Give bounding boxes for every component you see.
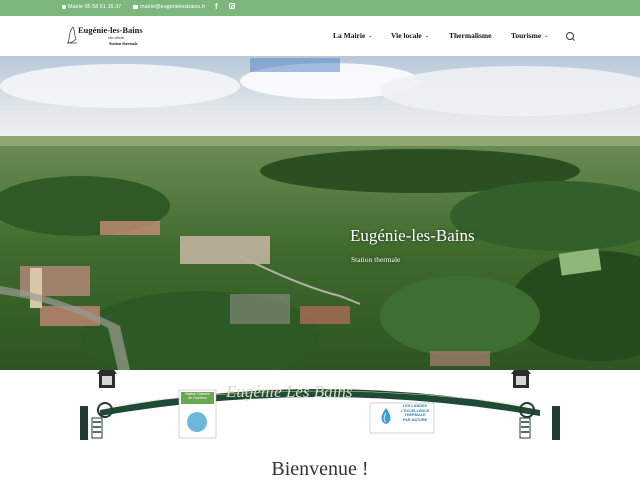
logo-figure-icon (67, 26, 77, 44)
nav-item-tourisme[interactable]: Tourisme ⌄ (511, 31, 548, 40)
nav-label: Tourisme (511, 31, 542, 40)
badge-right-line1: LES LANDES (402, 404, 428, 408)
site-header: Eugénie-les-Bains site officiel Station … (0, 16, 640, 56)
nav-item-vie-locale[interactable]: Vie locale ⌄ (391, 31, 429, 40)
badge-right-line4: PAR NATURE (402, 417, 428, 422)
sign-text: Eugénie Les Bains (226, 382, 353, 401)
logo-name: Eugénie-les-Bains (78, 25, 143, 35)
nav-label: Thermalisme (449, 31, 492, 40)
nav-item-thermalisme[interactable]: Thermalisme (449, 31, 492, 40)
sign-graphic (80, 370, 560, 440)
facebook-icon[interactable]: f (215, 2, 218, 11)
logo-subtitle-2: Station thermale (109, 41, 138, 46)
mail-icon (133, 5, 138, 9)
email-text: mairie@eugenielesbains.fr (140, 4, 206, 10)
phone-icon (62, 5, 66, 9)
instagram-icon[interactable] (229, 3, 235, 9)
hero-image: Eugénie-les-Bains Station thermale (0, 56, 640, 370)
nav-item-la-mairie[interactable]: La Mairie ⌄ (333, 31, 373, 40)
badge-right-line2: L'EXCELLENCE (400, 408, 430, 413)
logo-subtitle: site officiel (108, 36, 125, 40)
search-icon[interactable] (566, 32, 574, 40)
hero-title: Eugénie-les-Bains (350, 226, 475, 245)
chevron-down-icon: ⌄ (544, 33, 549, 39)
email-link[interactable]: mairie@eugenielesbains.fr (133, 4, 205, 10)
nav-label: Vie locale (391, 31, 422, 40)
hero-subtitle: Station thermale (351, 255, 401, 264)
badge-station-classee: Station Classée de Tourisme (181, 392, 214, 400)
entrance-sign-banner: Eugénie Les Bains Station Classée de Tou… (0, 370, 640, 440)
site-logo[interactable]: Eugénie-les-Bains site officiel Station … (66, 25, 143, 47)
chevron-down-icon: ⌄ (424, 33, 429, 39)
badge-right-line3: THERMALE (404, 413, 426, 418)
phone-text: Mairie 05 58 51 15 37 (68, 4, 122, 10)
phone-link[interactable]: Mairie 05 58 51 15 37 (62, 4, 121, 10)
chevron-down-icon: ⌄ (368, 33, 373, 39)
badge-left-line2: de Tourisme (187, 396, 207, 400)
badge-landes-excellence: LES LANDES L'EXCELLENCE THERMALE PAR NAT… (396, 404, 434, 422)
nav-label: La Mairie (333, 31, 366, 40)
top-bar: Mairie 05 58 51 15 37 mairie@eugenielesb… (0, 0, 640, 16)
page-heading: Bienvenue ! (271, 458, 369, 480)
aerial-village-photo (0, 56, 640, 370)
